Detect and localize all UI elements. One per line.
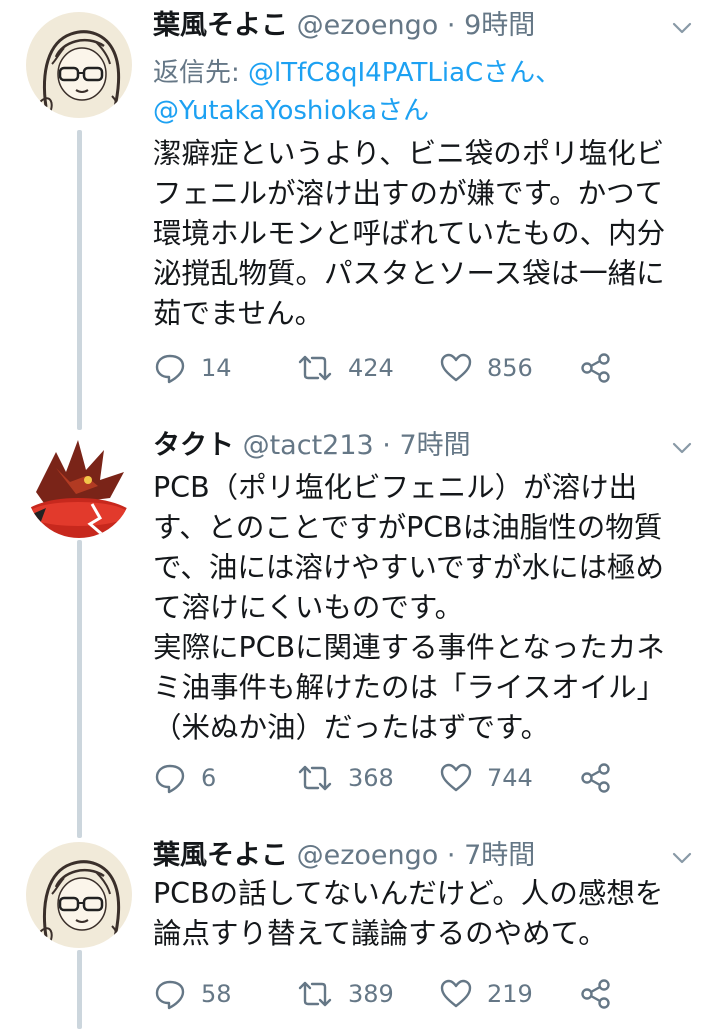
separator-dot: · (446, 10, 456, 41)
tweet-text: PCB（ポリ塩化ビフェニル）が溶け出 す、とのことですがPCBは油脂性の物質 で… (153, 471, 666, 744)
retweet-icon (298, 765, 332, 791)
retweet-count: 389 (348, 980, 394, 1008)
avatar[interactable] (26, 12, 132, 118)
display-name[interactable]: 葉風そよこ (153, 10, 288, 41)
action-bar: 6 368 744 (153, 758, 623, 798)
user-handle[interactable]: @ezoengo (297, 840, 439, 871)
mention-link[interactable]: @lTfC8qI4PATLiaC (248, 58, 483, 88)
avatar-illustration (26, 432, 132, 538)
chevron-down-icon[interactable] (668, 434, 696, 462)
reply-icon (155, 764, 185, 794)
separator-dot: · (446, 840, 456, 871)
like-button[interactable]: 219 (439, 974, 533, 1014)
retweet-button[interactable]: 424 (296, 348, 394, 388)
share-button[interactable] (579, 348, 613, 388)
avatar[interactable] (26, 432, 132, 538)
retweet-icon (298, 981, 332, 1007)
timestamp[interactable]: 9時間 (464, 10, 535, 41)
like-count: 219 (487, 980, 533, 1008)
share-icon (581, 763, 610, 793)
reply-button[interactable]: 14 (153, 348, 232, 388)
mention-link[interactable]: @YutakaYoshioka (153, 96, 377, 126)
share-button[interactable] (579, 758, 613, 798)
retweet-count: 424 (348, 354, 394, 382)
like-button[interactable]: 856 (439, 348, 533, 388)
separator-dot: · (382, 430, 391, 461)
tweet-text: 潔癖症というより、ビニ袋のポリ塩化ビ フェニルが溶け出すのが嫌です。かつて 環境… (153, 137, 666, 330)
like-count: 744 (487, 764, 533, 792)
retweet-count: 368 (348, 764, 394, 792)
tweet[interactable]: 葉風そよこ @ezoengo · 9時間 返信先: @lTfC8qI4PATLi… (0, 0, 720, 420)
avatar-illustration (26, 12, 132, 118)
tweet-header: 葉風そよこ @ezoengo · 7時間 (153, 836, 660, 876)
action-bar: 58 389 219 (153, 974, 623, 1014)
heart-icon (440, 353, 472, 382)
avatar-illustration (26, 842, 132, 948)
display-name[interactable]: 葉風そよこ (153, 840, 288, 871)
reply-button[interactable]: 58 (153, 974, 232, 1014)
reply-button[interactable]: 6 (153, 758, 216, 798)
timestamp[interactable]: 7時間 (464, 840, 535, 871)
reply-to-line: 返信先: @lTfC8qI4PATLiaCさん、 @YutakaYoshiokaさ… (153, 54, 690, 130)
share-icon (581, 353, 610, 383)
share-icon (581, 979, 610, 1009)
heart-icon (440, 763, 472, 792)
like-count: 856 (487, 354, 533, 382)
tweet[interactable]: 葉風そよこ @ezoengo · 7時間 PCBの話してないんだけど。人の感想を… (0, 830, 720, 1029)
tweet-header: タクト @tact213 · 7時間 (153, 426, 660, 466)
reply-icon (155, 354, 185, 384)
retweet-icon (298, 355, 332, 381)
reply-count: 6 (201, 764, 217, 792)
avatar[interactable] (26, 842, 132, 948)
chevron-down-icon[interactable] (668, 14, 696, 42)
reply-count: 58 (201, 980, 232, 1008)
display-name[interactable]: タクト (153, 430, 234, 461)
reply-to-label: 返信先: (153, 58, 249, 88)
mention-separator: さん、 (483, 58, 562, 88)
user-handle[interactable]: @tact213 (243, 430, 374, 461)
tweet[interactable]: タクト @tact213 · 7時間 PCB（ポリ塩化ビフェニル）が溶け出 す、… (0, 420, 720, 830)
share-button[interactable] (579, 974, 613, 1014)
tweet-header: 葉風そよこ @ezoengo · 9時間 (153, 6, 660, 46)
heart-icon (440, 979, 472, 1008)
chevron-down-icon[interactable] (668, 844, 696, 872)
user-handle[interactable]: @ezoengo (297, 10, 439, 41)
action-bar: 14 424 856 (153, 348, 623, 388)
reply-icon (155, 980, 185, 1010)
like-button[interactable]: 744 (439, 758, 533, 798)
retweet-button[interactable]: 389 (296, 974, 394, 1014)
tweet-text: PCBの話してないんだけど。人の感想を 論点すり替えて議論するのやめて。 (153, 877, 664, 950)
mention-suffix: さん (377, 96, 430, 126)
retweet-button[interactable]: 368 (296, 758, 394, 798)
reply-count: 14 (201, 354, 232, 382)
timestamp[interactable]: 7時間 (399, 430, 470, 461)
